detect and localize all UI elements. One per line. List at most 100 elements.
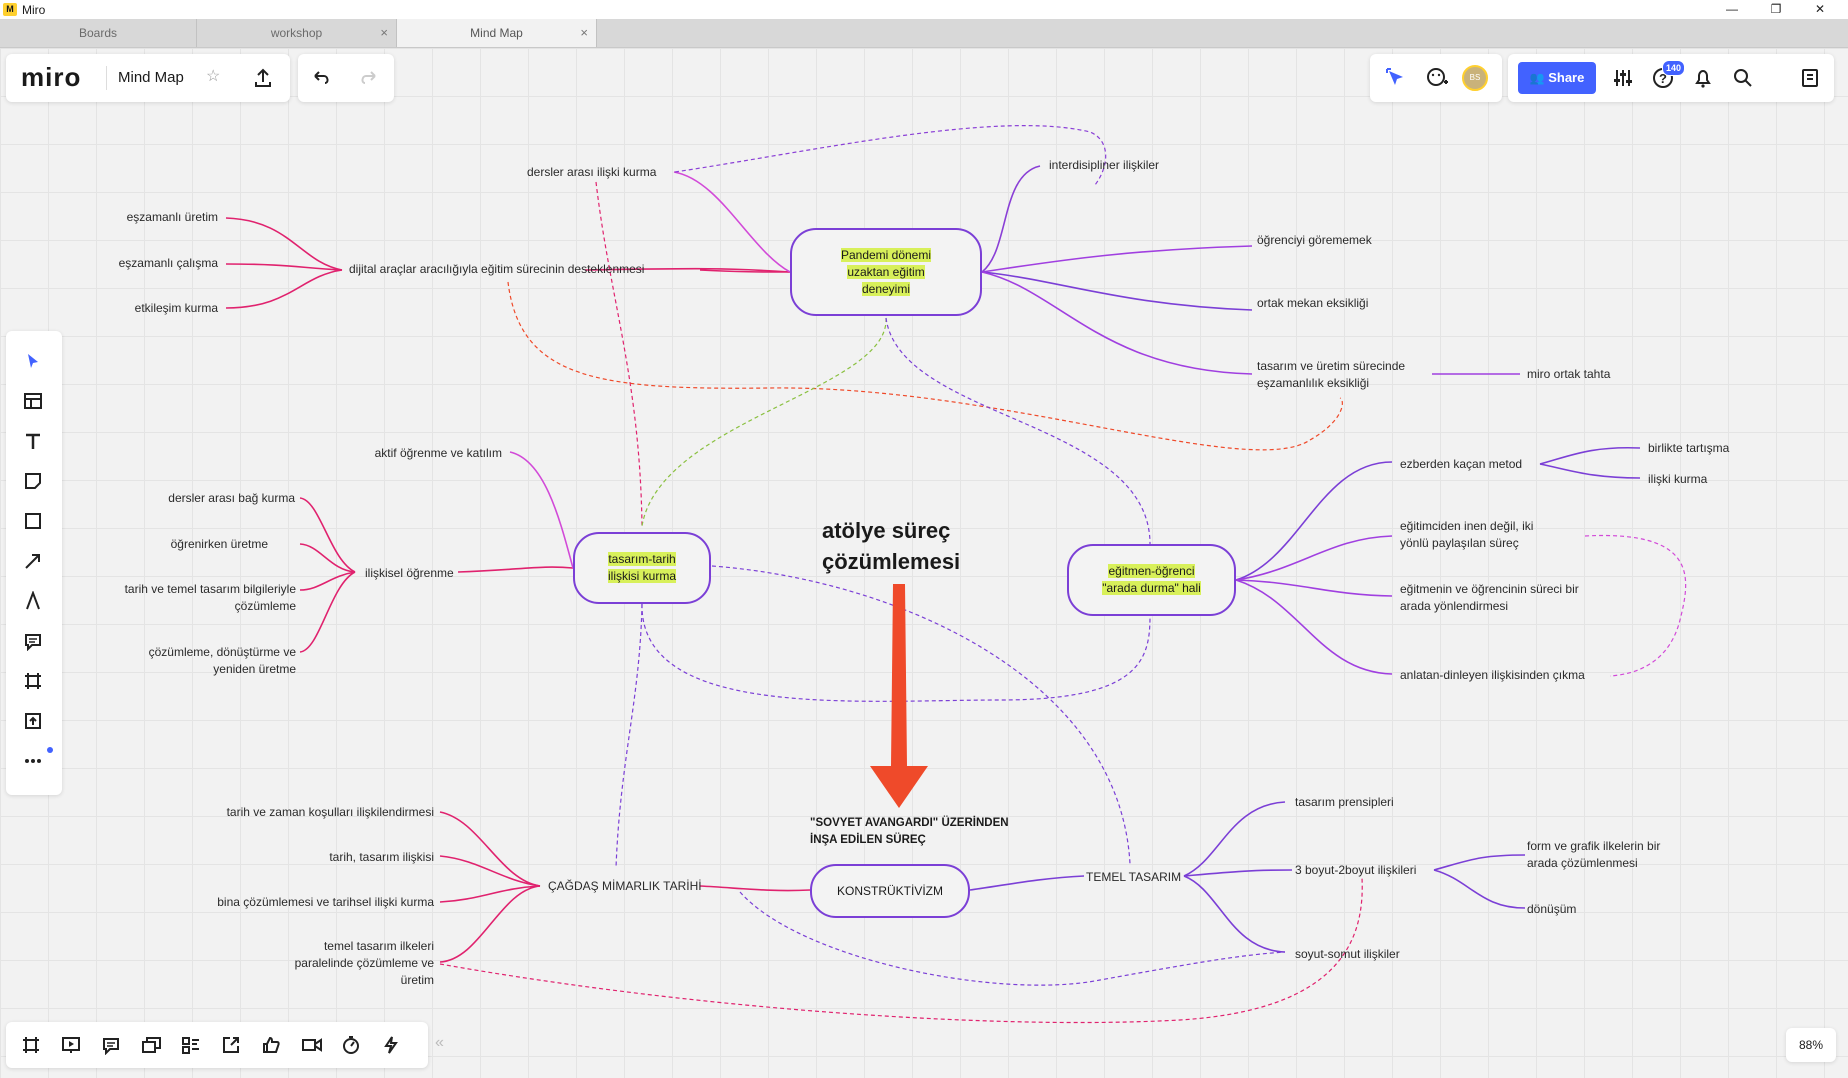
- connector: [1433, 869, 1526, 909]
- collapse-icon[interactable]: «: [435, 1034, 444, 1052]
- node-miro-ortak[interactable]: miro ortak tahta: [1527, 367, 1610, 381]
- frames-icon[interactable]: [21, 1035, 41, 1055]
- red-arrow: [870, 584, 928, 808]
- text-icon[interactable]: [23, 431, 43, 451]
- node-donusum[interactable]: dönüşüm: [1527, 902, 1576, 916]
- node-eszamanli-uretim[interactable]: eşzamanlı üretim: [100, 210, 218, 224]
- node-eszamanli-calisma[interactable]: eşzamanlı çalışma: [100, 256, 218, 270]
- collab-panel: BS: [1370, 54, 1502, 102]
- avatar[interactable]: BS: [1462, 65, 1488, 91]
- node-ogrenciyi[interactable]: öğrenciyi görememek: [1257, 233, 1372, 247]
- search-icon[interactable]: [1732, 67, 1754, 89]
- connector: [1183, 875, 1286, 953]
- connection-line-icon[interactable]: [23, 551, 43, 571]
- node-temel-tasarim[interactable]: TEMEL TASARIM: [1086, 870, 1181, 884]
- node-anlatan[interactable]: anlatan-dinleyen ilişkisinden çıkma: [1400, 668, 1585, 682]
- reactions-add-icon[interactable]: [1426, 66, 1450, 90]
- connector: [1235, 579, 1393, 597]
- node-tasarim-tarih[interactable]: tasarım-tarih ilişkisi kurma: [573, 532, 711, 604]
- pen-icon[interactable]: [23, 591, 43, 611]
- connector: [1183, 869, 1293, 877]
- zoom-level[interactable]: 88%: [1786, 1028, 1836, 1062]
- node-iliski-kurma[interactable]: ilişki kurma: [1648, 472, 1707, 486]
- node-tasarim-uretim[interactable]: tasarım ve üretim sürecinde eşzamanlılık …: [1257, 358, 1405, 392]
- notes-panel-icon[interactable]: [1799, 67, 1821, 89]
- connector: [1235, 535, 1393, 581]
- node-aktif[interactable]: aktif öğrenme ve katılım: [330, 446, 502, 460]
- undo-icon[interactable]: [310, 67, 332, 89]
- export-icon[interactable]: [252, 67, 274, 89]
- connector: [1539, 463, 1641, 479]
- cards-icon[interactable]: [141, 1035, 163, 1055]
- node-iliskisel[interactable]: ilişkisel öğrenme: [365, 566, 454, 580]
- node-interdisipliner[interactable]: interdisipliner ilişkiler: [1049, 158, 1159, 172]
- board-name[interactable]: Mind Map: [118, 69, 184, 86]
- node-cagdas[interactable]: ÇAĞDAŞ MİMARLIK TARİHİ: [548, 879, 702, 893]
- dashed-connector: [674, 125, 1107, 186]
- star-icon[interactable]: ☆: [206, 66, 220, 86]
- node-egitmen-ogrenci[interactable]: eğitmen-öğrenci "arada durma" hali: [1067, 544, 1236, 616]
- activity-icon[interactable]: [381, 1035, 401, 1055]
- node-ezberden[interactable]: ezberden kaçan metod: [1400, 457, 1522, 471]
- connector: [981, 245, 1253, 273]
- node-tarih-zaman[interactable]: tarih ve zaman koşulları ilişkilendirmes…: [150, 805, 434, 819]
- select-icon[interactable]: [23, 351, 43, 371]
- share-button[interactable]: 👥 Share: [1518, 62, 1596, 94]
- sticky-note-icon[interactable]: [23, 471, 43, 491]
- shape-icon[interactable]: [23, 511, 43, 531]
- node-ogrenirken[interactable]: öğrenirken üretme: [130, 537, 268, 551]
- node-egitimciden[interactable]: eğitimciden inen değil, iki yönlü paylaşı…: [1400, 518, 1533, 552]
- node-soyut[interactable]: soyut-somut ilişkiler: [1295, 947, 1400, 961]
- dashed-connector: [595, 181, 643, 527]
- redo-icon[interactable]: [358, 67, 380, 89]
- node-egitmenin[interactable]: eğitmenin ve öğrencinin süreci bir arada …: [1400, 581, 1579, 615]
- bottom-toolbar: «: [6, 1022, 444, 1068]
- node-cozumleme[interactable]: çözümleme, dönüştürme ve yeniden üretme: [100, 644, 296, 678]
- share-screen-icon[interactable]: [221, 1035, 241, 1055]
- frame-icon[interactable]: [23, 671, 43, 691]
- connector: [969, 875, 1085, 891]
- left-toolbar: [6, 331, 62, 795]
- kanban-icon[interactable]: [181, 1035, 201, 1055]
- node-bag-kurma[interactable]: dersler arası bağ kurma: [130, 491, 295, 505]
- connector: [1539, 446, 1641, 465]
- node-tarih-temel[interactable]: tarih ve temel tasarım bilgileriyle çözüm…: [100, 581, 296, 615]
- dashed-connector: [1584, 534, 1687, 677]
- connector: [981, 165, 1041, 273]
- node-ortak-mekan[interactable]: ortak mekan eksikliği: [1257, 296, 1368, 310]
- upload-icon[interactable]: [23, 711, 43, 731]
- video-icon[interactable]: [301, 1035, 323, 1055]
- node-form-grafik[interactable]: form ve grafik ilkelerin bir arada çözüml…: [1527, 838, 1660, 872]
- sovyet-note[interactable]: "SOVYET AVANGARDI" ÜZERİNDEN İNŞA EDİLEN …: [810, 815, 1009, 849]
- node-konstruktivizm[interactable]: KONSTRÜKTİVİZM: [810, 864, 970, 918]
- node-tarih-tasarim[interactable]: tarih, tasarım ilişkisi: [150, 850, 434, 864]
- center-title[interactable]: atölye süreç çözümlemesi: [822, 515, 960, 577]
- node-birlikte[interactable]: birlikte tartışma: [1648, 441, 1729, 455]
- node-bina[interactable]: bina çözümlemesi ve tarihsel ilişki kurm…: [150, 895, 434, 909]
- more-icon[interactable]: [23, 751, 43, 771]
- node-dersler-arasi[interactable]: dersler arası ilişki kurma: [527, 165, 656, 179]
- follow-cursor-icon[interactable]: [1385, 67, 1409, 89]
- miro-logo[interactable]: miro: [21, 62, 81, 93]
- comment-icon[interactable]: [23, 631, 43, 651]
- dashed-connector: [885, 317, 1151, 545]
- dashed-connector: [641, 317, 887, 527]
- users-icon: 👥: [1529, 71, 1545, 85]
- node-prensipleri[interactable]: tasarım prensipleri: [1295, 795, 1394, 809]
- present-icon[interactable]: [61, 1035, 81, 1055]
- connector: [699, 885, 811, 892]
- settings-sliders-icon[interactable]: [1612, 67, 1634, 89]
- bell-icon[interactable]: [1692, 67, 1714, 89]
- timer-icon[interactable]: [341, 1035, 361, 1055]
- connector: [299, 543, 356, 573]
- templates-icon[interactable]: [23, 391, 43, 411]
- node-temel-ilkeleri[interactable]: temel tasarım ilkeleri paralelinde çözüml…: [250, 938, 434, 989]
- node-etkilesim[interactable]: etkileşim kurma: [100, 301, 218, 315]
- comments-icon[interactable]: [101, 1035, 121, 1055]
- reactions-icon[interactable]: [261, 1035, 281, 1055]
- connector: [439, 885, 541, 963]
- node-dijital[interactable]: dijital araçlar aracılığıyla eğitim süre…: [349, 262, 644, 276]
- node-boyut[interactable]: 3 boyut-2boyut ilişkileri: [1295, 863, 1416, 877]
- connector: [981, 271, 1253, 311]
- node-pandemi[interactable]: Pandemi dönemi uzaktan eğitim deneyimi: [790, 228, 982, 316]
